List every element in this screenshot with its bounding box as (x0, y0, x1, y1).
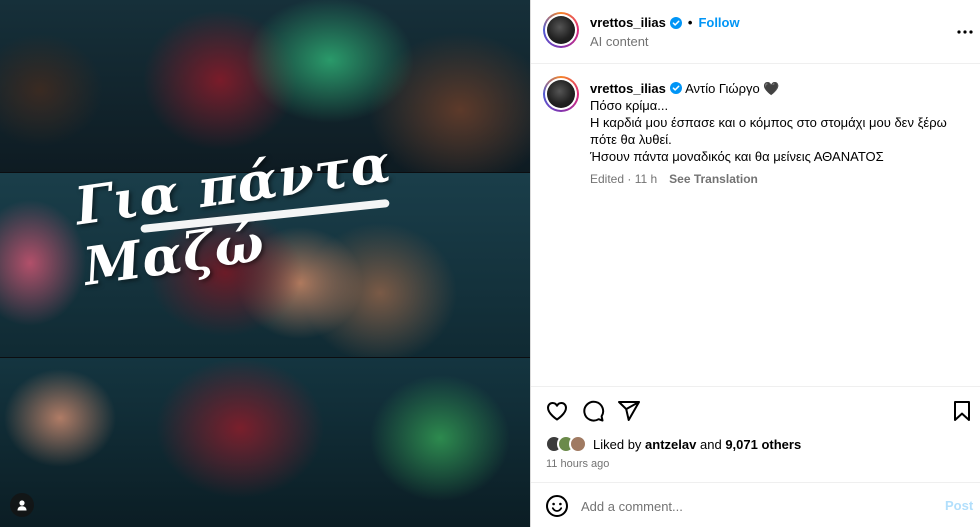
post-header: vrettos_ilias • Follow AI content (531, 0, 980, 64)
emoji-picker-icon[interactable] (545, 494, 569, 518)
avatar[interactable] (543, 12, 579, 48)
header-separator: • (687, 15, 693, 30)
liker-avatar[interactable] (569, 435, 587, 453)
photo-bottom (0, 358, 530, 527)
see-translation-link[interactable]: See Translation (669, 171, 758, 188)
header-user-line: vrettos_ilias • Follow (590, 15, 740, 30)
save-bookmark-icon[interactable] (950, 399, 974, 423)
caption-meta: Edited · 11 h See Translation (590, 171, 970, 188)
caption-line: Πόσο κρίμα... (590, 98, 669, 113)
liked-by-user-link[interactable]: antzelav (645, 437, 696, 452)
follow-button[interactable]: Follow (698, 15, 739, 30)
liked-by-text: Liked by antzelav and 9,071 others (593, 436, 802, 452)
share-send-icon[interactable] (617, 399, 641, 423)
verified-badge-icon (669, 81, 682, 94)
caption-first-line: Αντίο Γιώργο 🖤 (685, 81, 780, 96)
comment-bubble-icon[interactable] (581, 399, 605, 423)
like-heart-icon[interactable] (545, 399, 569, 423)
ai-content-label[interactable]: AI content (590, 34, 649, 49)
comment-bar: Post (531, 482, 980, 527)
header-username[interactable]: vrettos_ilias (590, 15, 666, 30)
caption-line: Ήσουν πάντα μοναδικός και θα μείνεις ΑΘΑ… (590, 149, 884, 164)
post-side-panel: vrettos_ilias • Follow AI content vretto… (530, 0, 980, 527)
post-comment-button[interactable]: Post (945, 498, 973, 513)
edited-timestamp: Edited · 11 h (590, 172, 658, 186)
likes-count-link[interactable]: 9,071 others (725, 437, 801, 452)
likes-row: Liked by antzelav and 9,071 others (545, 435, 801, 453)
caption-line: Η καρδιά μου έσπασε και ο κόμπος στο στο… (590, 115, 947, 147)
caption-username[interactable]: vrettos_ilias (590, 81, 666, 96)
verified-badge-icon (669, 16, 682, 29)
avatar[interactable] (543, 76, 579, 112)
post-media[interactable]: Για πάντα Μαζώ (0, 0, 530, 527)
more-options-icon[interactable] (955, 22, 975, 42)
caption-body: vrettos_ilias Αντίο Γιώργο 🖤 Πόσο κρίμα.… (590, 80, 970, 188)
post-actions: Liked by antzelav and 9,071 others 11 ho… (531, 386, 980, 482)
user-tag-icon[interactable] (10, 493, 34, 517)
comment-input[interactable] (581, 495, 921, 517)
post-time[interactable]: 11 hours ago (546, 458, 609, 470)
